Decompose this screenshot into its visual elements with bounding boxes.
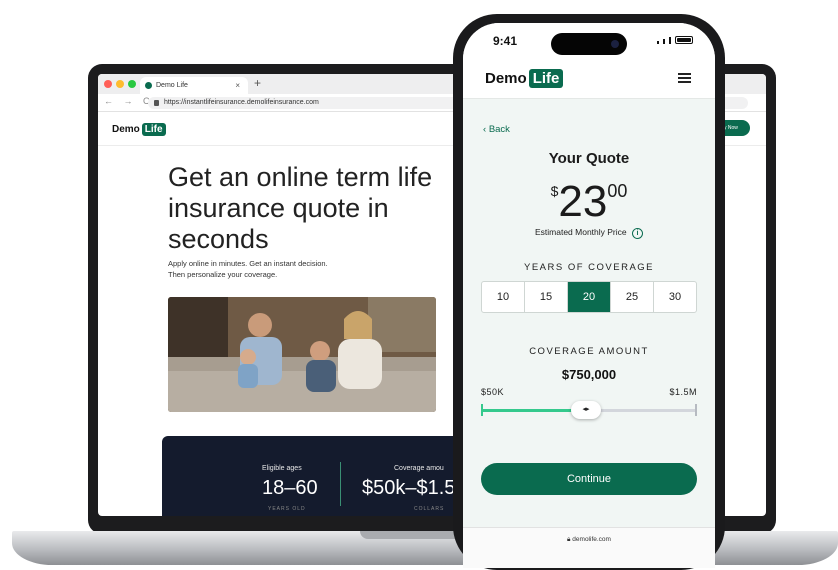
logo-demo: Demo <box>112 124 140 135</box>
battery-icon <box>675 36 693 44</box>
nav-buttons[interactable]: ← → C <box>104 96 154 106</box>
range-max: $1.5M <box>669 387 697 397</box>
info-icon[interactable]: i <box>632 228 644 239</box>
slider-min-cap <box>481 404 483 416</box>
years-label: YEARS OF COVERAGE <box>523 262 655 273</box>
family-photo-illustration <box>168 297 436 412</box>
hamburger-menu-icon[interactable] <box>678 73 691 83</box>
amount-label: COVERAGE AMOUNT <box>529 346 649 357</box>
lock-icon <box>154 100 159 106</box>
coverage-slider-fill <box>481 409 585 412</box>
hero-subtitle-line: Apply online in minutes. Get an instant … <box>168 259 328 268</box>
year-option[interactable]: 25 <box>611 282 654 312</box>
phone-screen: 9:41 Demo Life ‹ Back Your Quote $2300 E… <box>463 23 715 568</box>
phone-header: 9:41 Demo Life <box>463 23 715 99</box>
price-caption: Estimated Monthly Price i <box>463 227 715 239</box>
browser-tab[interactable]: Demo Life × <box>140 77 248 94</box>
quote-title: Your Quote <box>548 150 630 167</box>
logo-life: Life <box>141 123 166 136</box>
hero-subtitle-line: Then personalize your coverage. <box>168 270 278 279</box>
signal-icon <box>669 37 671 44</box>
coverage-slider-thumb[interactable]: ◂▸ <box>571 401 601 419</box>
browser-bottom-bar: 🔒︎ demolife.com <box>463 527 715 568</box>
year-option[interactable]: 10 <box>482 282 525 312</box>
stat-label: Eligible ages <box>262 465 302 472</box>
price-currency: $ <box>550 183 559 199</box>
window-controls <box>104 80 136 88</box>
monthly-price: $2300 <box>463 177 715 227</box>
price-dollars: 23 <box>558 177 608 226</box>
stat-divider <box>340 462 341 506</box>
maximize-window-icon[interactable] <box>128 80 136 88</box>
url-text: https://instantlifeinsurance.demolifeins… <box>164 99 319 106</box>
continue-button[interactable]: Continue <box>481 463 697 495</box>
site-logo[interactable]: Demo Life <box>485 69 564 88</box>
signal-icon <box>657 41 659 44</box>
back-link[interactable]: ‹ Back <box>483 124 510 135</box>
years-selector: 10 15 20 25 30 <box>481 281 697 313</box>
close-window-icon[interactable] <box>104 80 112 88</box>
camera-icon <box>611 40 619 48</box>
year-option[interactable]: 30 <box>654 282 696 312</box>
family-photo <box>168 297 436 412</box>
tab-close-icon[interactable]: × <box>235 77 240 94</box>
dynamic-island <box>551 33 627 55</box>
stat-foot: COLLARS <box>414 506 445 512</box>
slider-max-cap <box>695 404 697 416</box>
logo-life: Life <box>528 69 564 88</box>
favicon-icon <box>145 82 152 89</box>
signal-icon <box>663 39 665 44</box>
logo-demo: Demo <box>485 70 527 87</box>
stats-panel: Eligible ages 18–60 YEARS OLD Coverage a… <box>162 436 482 516</box>
tab-title: Demo Life <box>156 82 188 89</box>
coverage-amount: $750,000 <box>561 367 617 382</box>
hero-subtitle: Apply online in minutes. Get an instant … <box>168 258 368 280</box>
price-caption-text: Estimated Monthly Price <box>534 227 627 237</box>
domain-label: 🔒︎ demolife.com <box>463 536 715 544</box>
stat-foot: YEARS OLD <box>268 506 306 512</box>
new-tab-icon[interactable]: + <box>254 76 261 90</box>
stat-value: 18–60 <box>262 477 318 499</box>
domain-text: demolife.com <box>572 536 611 543</box>
site-logo[interactable]: Demo Life <box>112 123 166 136</box>
year-option[interactable]: 20 <box>568 282 611 312</box>
year-option[interactable]: 15 <box>525 282 568 312</box>
stat-label: Coverage amou <box>394 465 444 472</box>
price-cents: 00 <box>607 181 628 201</box>
status-icons <box>657 36 693 44</box>
back-label: Back <box>488 124 510 135</box>
status-time: 9:41 <box>493 34 518 48</box>
range-min: $50K <box>481 387 505 397</box>
hero-title: Get an online term life insurance quote … <box>168 162 433 254</box>
minimize-window-icon[interactable] <box>116 80 124 88</box>
